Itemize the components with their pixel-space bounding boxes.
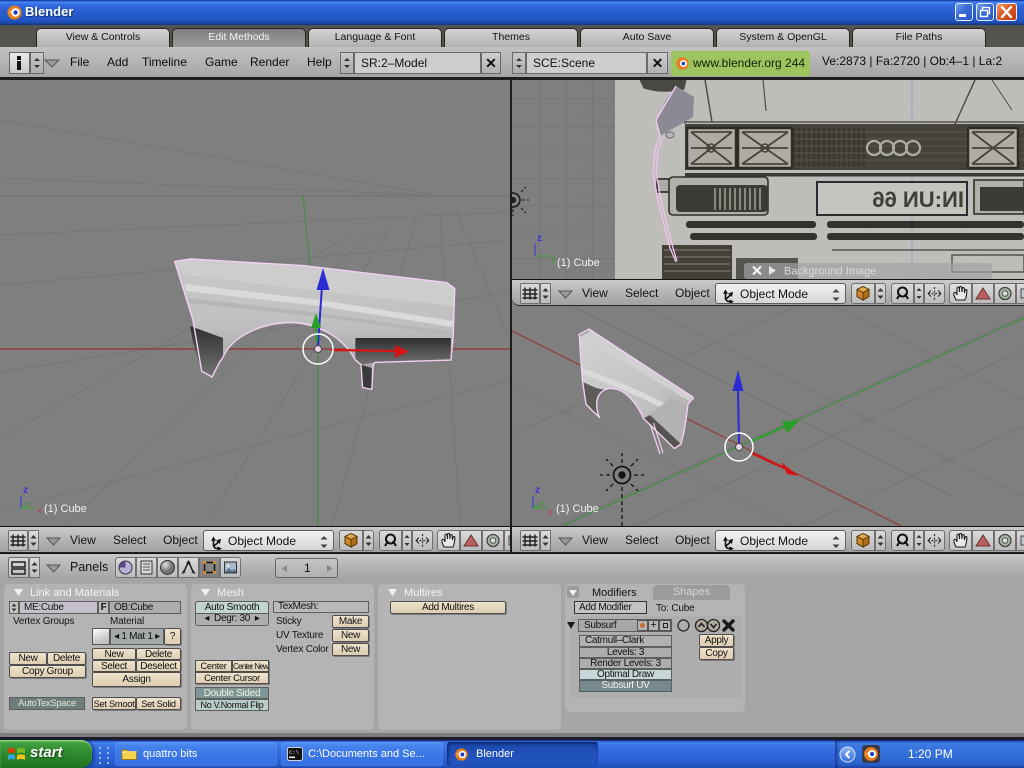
svg-text:z: z xyxy=(537,233,542,244)
svg-text:IN:UN 66: IN:UN 66 xyxy=(872,187,964,212)
svg-text:Background Image: Background Image xyxy=(784,266,876,278)
svg-text:(1) Cube: (1) Cube xyxy=(556,503,599,515)
svg-text:z: z xyxy=(23,485,28,496)
svg-text:z: z xyxy=(535,485,540,496)
svg-text:x: x xyxy=(548,507,553,517)
svg-text:(1) Cube: (1) Cube xyxy=(557,257,600,269)
svg-text:C:\: C:\ xyxy=(289,749,299,756)
svg-text:x: x xyxy=(37,505,42,515)
svg-text:(1) Cube: (1) Cube xyxy=(44,503,87,515)
svg-text:y: y xyxy=(551,253,556,263)
